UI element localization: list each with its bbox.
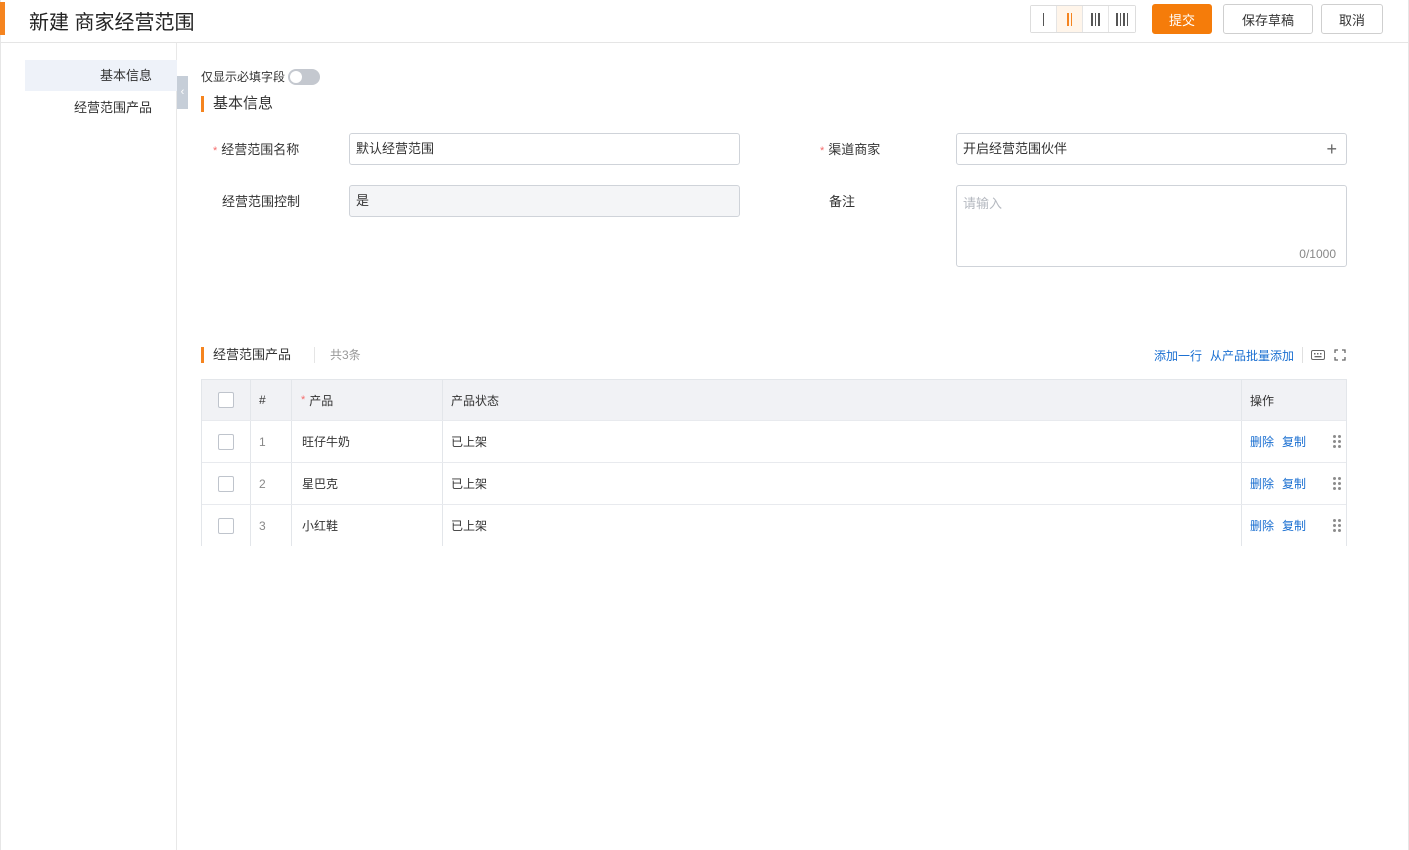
column-divider	[250, 380, 251, 420]
row-select-cell	[218, 421, 234, 462]
sidebar: 基本信息 经营范围产品	[0, 43, 177, 850]
column-divider	[291, 380, 292, 420]
remark-textarea[interactable]: 请输入 0/1000	[956, 185, 1347, 267]
toggle-knob	[290, 71, 302, 83]
row-count: 共3条	[314, 347, 361, 363]
column-divider	[442, 463, 443, 504]
required-star-icon: *	[213, 145, 218, 157]
one-column-icon[interactable]	[1031, 6, 1057, 32]
channel-merchant-input[interactable]: 开启经营范围伙伴 +	[956, 133, 1347, 165]
copy-row-link[interactable]: 复制	[1282, 475, 1306, 492]
page-header: 新建 商家经营范围 提交 保存草稿 取消	[0, 0, 1409, 43]
delete-row-link[interactable]: 删除	[1250, 475, 1274, 492]
row-select-cell	[218, 463, 234, 504]
channel-merchant-value: 开启经营范围伙伴	[963, 141, 1068, 156]
chevron-left-icon[interactable]: ‹	[177, 76, 188, 109]
products-table: # * 产品 产品状态 操作 1 旺仔牛奶 已上架 删除 复制 2 星巴克 已上架…	[201, 379, 1347, 546]
row-checkbox[interactable]	[218, 433, 234, 450]
row-index: 3	[259, 518, 266, 533]
scope-control-label: 经营范围控制	[222, 194, 301, 209]
section-title-basic-info: 基本信息	[201, 96, 273, 112]
drag-handle-icon[interactable]	[1333, 435, 1341, 449]
column-divider	[250, 421, 251, 462]
row-actions: 删除 复制	[1250, 463, 1314, 504]
page-title: 新建 商家经营范围	[29, 12, 195, 34]
row-actions: 删除 复制	[1250, 421, 1314, 462]
column-divider	[1241, 505, 1242, 546]
required-star-icon: *	[820, 145, 825, 157]
row-status: 已上架	[451, 435, 488, 449]
row-checkbox[interactable]	[218, 475, 234, 492]
column-divider	[442, 421, 443, 462]
submit-button[interactable]: 提交	[1152, 4, 1212, 34]
select-all-cell	[218, 380, 234, 420]
drag-handle-icon[interactable]	[1333, 519, 1341, 533]
layout-column-switcher	[1030, 5, 1136, 33]
remark-label: 备注	[829, 194, 856, 209]
column-header-actions: 操作	[1250, 393, 1275, 408]
copy-row-link[interactable]: 复制	[1282, 433, 1306, 450]
scope-name-input[interactable]: 默认经营范围	[349, 133, 740, 165]
column-divider	[442, 380, 443, 420]
keyboard-icon[interactable]	[1310, 347, 1326, 363]
row-product[interactable]: 旺仔牛奶	[302, 421, 350, 462]
column-divider	[1241, 380, 1242, 420]
column-divider	[442, 505, 443, 546]
delete-row-link[interactable]: 删除	[1250, 433, 1274, 450]
required-only-label: 仅显示必填字段	[201, 70, 286, 84]
column-divider	[250, 505, 251, 546]
scope-control-input: 是	[349, 185, 740, 217]
remark-placeholder: 请输入	[963, 196, 1003, 211]
row-index: 2	[259, 476, 266, 491]
row-product[interactable]: 小红鞋	[302, 505, 338, 546]
column-divider	[250, 463, 251, 504]
plus-icon[interactable]: +	[1326, 134, 1337, 164]
table-row: 2 星巴克 已上架 删除 复制	[202, 462, 1346, 504]
row-actions: 删除 复制	[1250, 505, 1314, 546]
sidebar-item-scope-products[interactable]: 经营范围产品	[25, 92, 177, 123]
delete-row-link[interactable]: 删除	[1250, 517, 1274, 534]
remark-char-counter: 0/1000	[1299, 247, 1336, 261]
add-row-link[interactable]: 添加一行	[1154, 347, 1202, 364]
column-header-index: #	[259, 393, 266, 407]
section-title-scope-products: 经营范围产品	[201, 347, 291, 363]
toolbar-divider	[1302, 347, 1303, 363]
column-divider	[291, 463, 292, 504]
column-header-product: * 产品	[301, 393, 334, 408]
sidebar-item-basic-info[interactable]: 基本信息	[25, 60, 177, 91]
save-draft-button[interactable]: 保存草稿	[1223, 4, 1313, 34]
drag-handle-icon[interactable]	[1333, 477, 1341, 491]
column-divider	[1241, 463, 1242, 504]
table-header: # * 产品 产品状态 操作	[202, 380, 1346, 420]
select-all-checkbox[interactable]	[218, 392, 234, 408]
title-accent-bar	[0, 2, 5, 35]
row-status: 已上架	[451, 519, 488, 533]
column-divider	[1241, 421, 1242, 462]
column-divider	[291, 421, 292, 462]
row-index: 1	[259, 434, 266, 449]
four-column-icon[interactable]	[1109, 6, 1135, 32]
channel-merchant-label: * 渠道商家	[820, 142, 881, 157]
cancel-button[interactable]: 取消	[1321, 4, 1383, 34]
row-select-cell	[218, 505, 234, 546]
two-column-icon[interactable]	[1057, 6, 1083, 32]
row-checkbox[interactable]	[218, 517, 234, 534]
fullscreen-icon[interactable]	[1332, 347, 1348, 363]
copy-row-link[interactable]: 复制	[1282, 517, 1306, 534]
three-column-icon[interactable]	[1083, 6, 1109, 32]
row-product[interactable]: 星巴克	[302, 463, 338, 504]
batch-add-link[interactable]: 从产品批量添加	[1210, 347, 1294, 364]
table-row: 3 小红鞋 已上架 删除 复制	[202, 504, 1346, 546]
column-header-status: 产品状态	[451, 393, 500, 408]
scope-name-label: * 经营范围名称	[213, 142, 300, 157]
column-divider	[291, 505, 292, 546]
row-status: 已上架	[451, 477, 488, 491]
required-only-toggle[interactable]	[288, 69, 320, 85]
table-row: 1 旺仔牛奶 已上架 删除 复制	[202, 420, 1346, 462]
required-star-icon: *	[301, 394, 306, 406]
